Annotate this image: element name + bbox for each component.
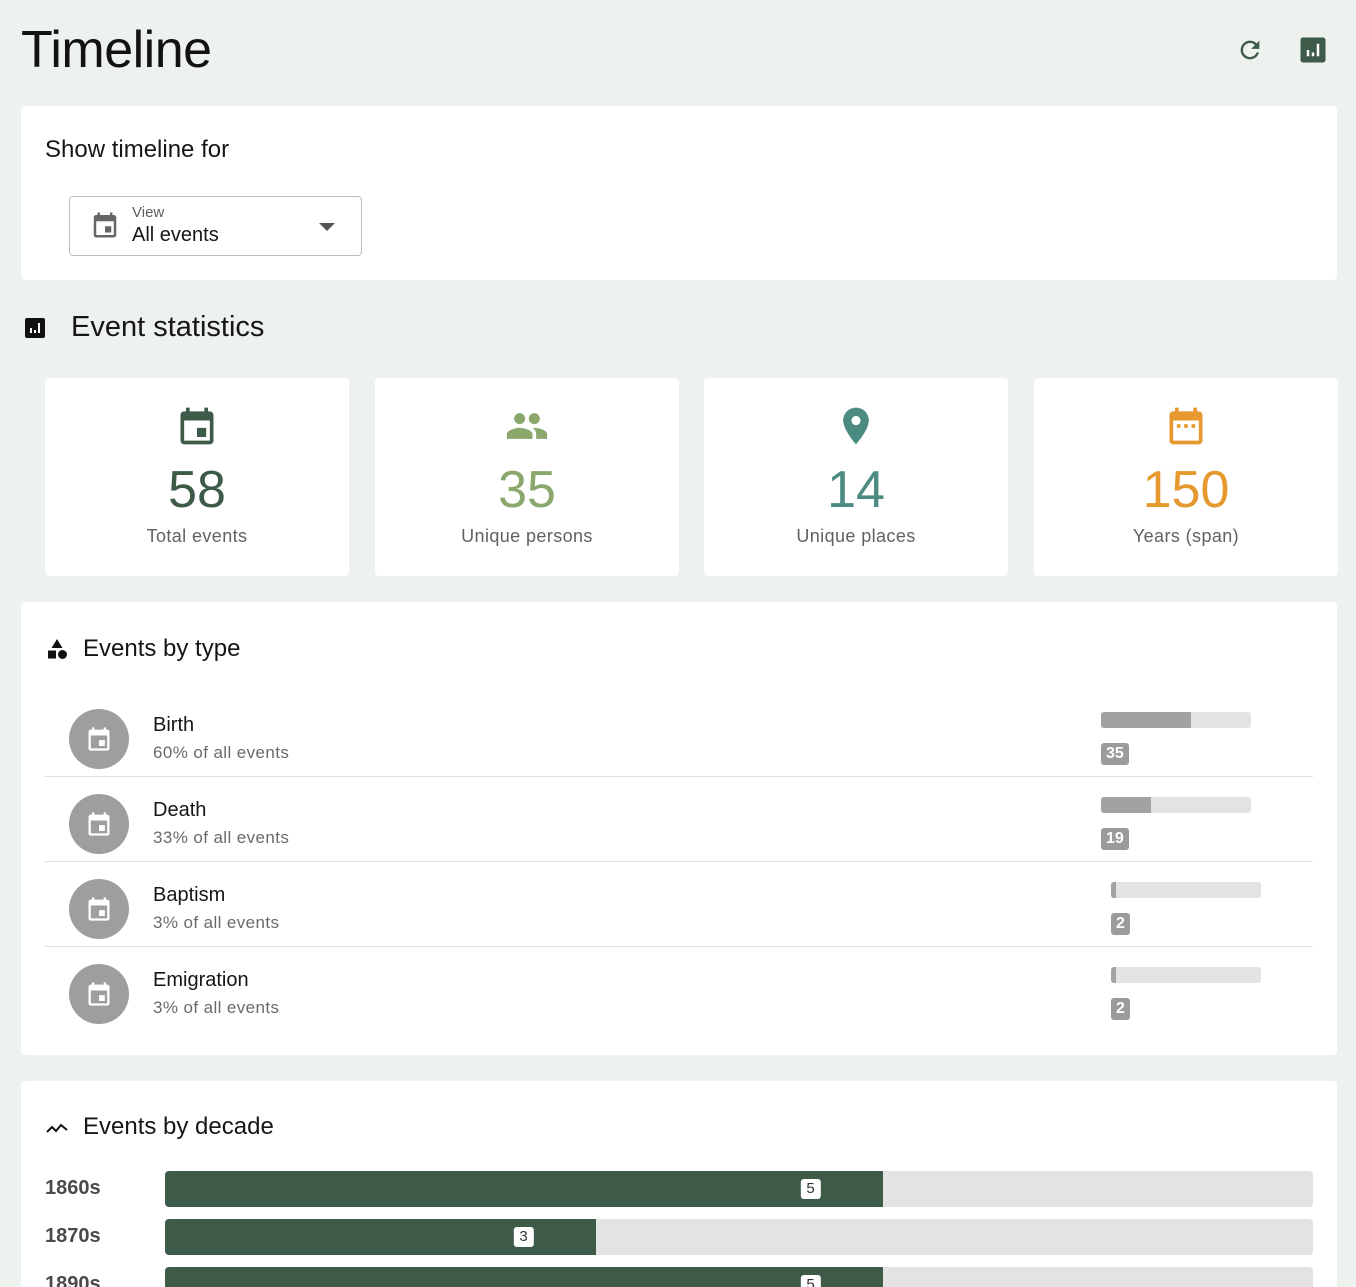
stat-label: Total events: [146, 526, 248, 546]
calendar-icon: [69, 709, 129, 769]
calendar-icon: [69, 794, 129, 854]
count-badge: 2: [1111, 998, 1130, 1020]
page-title: Timeline: [21, 21, 212, 79]
progress-bar: [1101, 712, 1251, 728]
select-value: All events: [132, 224, 219, 246]
stats-section-header: Event statistics: [23, 311, 264, 344]
stat-card-unique-persons: 35 Unique persons: [375, 378, 679, 576]
calendar-month-icon: [1034, 404, 1338, 448]
event-type-name: Birth: [153, 714, 195, 736]
calendar-icon: [90, 210, 120, 245]
progress-bar: [1111, 882, 1261, 898]
event-type-percent: 33% of all events: [153, 828, 290, 847]
calendar-icon: [69, 879, 129, 939]
stat-label: Years (span): [1132, 526, 1240, 546]
stat-label: Unique persons: [461, 526, 593, 546]
stat-value: 14: [827, 461, 885, 519]
place-icon: [704, 404, 1008, 448]
decade-label: 1870s: [45, 1225, 101, 1247]
filter-label: Show timeline for: [45, 136, 230, 163]
trending-icon: [46, 1123, 68, 1133]
view-select[interactable]: View All events: [69, 196, 362, 256]
count-badge: 2: [1111, 913, 1130, 935]
decade-label: 1890s: [45, 1273, 101, 1287]
list-item[interactable]: Death 33% of all events 19: [45, 777, 1313, 862]
count-badge: 35: [1101, 743, 1129, 765]
stat-label: Unique places: [796, 526, 916, 546]
decade-bar: 5: [165, 1171, 1313, 1207]
stat-card-years-span: 150 Years (span): [1034, 378, 1338, 576]
decade-count: 5: [800, 1179, 821, 1199]
chevron-down-icon: [319, 223, 335, 231]
events-by-decade-card: Events by decade 1860s 5 1870s 3 1890s 5: [21, 1081, 1337, 1287]
decade-label: 1860s: [45, 1177, 101, 1199]
decade-bar: 5: [165, 1267, 1313, 1287]
bar-chart-icon: [25, 317, 45, 338]
bar-chart-icon[interactable]: [1297, 34, 1329, 66]
decade-count: 5: [800, 1275, 821, 1287]
decade-row: 1870s 3: [45, 1219, 1313, 1255]
card-header: Events by type: [45, 635, 240, 663]
list-item[interactable]: Baptism 3% of all events 2: [45, 862, 1313, 947]
decade-count: 3: [513, 1227, 534, 1247]
category-icon: [48, 639, 67, 659]
stat-value: 58: [168, 461, 226, 519]
event-type-percent: 3% of all events: [153, 998, 280, 1017]
stat-card-unique-places: 14 Unique places: [704, 378, 1008, 576]
list-item[interactable]: Emigration 3% of all events 2: [45, 947, 1313, 1032]
select-label: View: [132, 204, 165, 221]
event-type-percent: 60% of all events: [153, 743, 290, 762]
list-item[interactable]: Birth 60% of all events 35: [45, 692, 1313, 777]
progress-bar: [1111, 967, 1261, 983]
count-badge: 19: [1101, 828, 1129, 850]
event-type-name: Death: [153, 799, 207, 821]
event-type-name: Baptism: [153, 884, 226, 906]
event-type-name: Emigration: [153, 969, 249, 991]
events-by-type-card: Events by type Birth 60% of all events 3…: [21, 602, 1337, 1055]
stat-card-total-events: 58 Total events: [45, 378, 349, 576]
decade-row: 1890s 5: [45, 1267, 1313, 1287]
decade-bar: 3: [165, 1219, 1313, 1255]
card-title: Events by type: [83, 635, 241, 662]
event-type-percent: 3% of all events: [153, 913, 280, 932]
progress-bar: [1101, 797, 1251, 813]
stat-value: 150: [1142, 461, 1230, 519]
people-icon: [375, 404, 679, 448]
calendar-icon: [45, 404, 349, 448]
decade-row: 1860s 5: [45, 1171, 1313, 1207]
card-header: Events by decade: [45, 1113, 274, 1141]
refresh-icon[interactable]: [1234, 34, 1266, 66]
calendar-icon: [69, 964, 129, 1024]
card-title: Events by decade: [83, 1113, 274, 1140]
section-title: Event statistics: [71, 311, 265, 343]
filter-card: Show timeline for View All events: [21, 106, 1337, 280]
stat-value: 35: [498, 461, 556, 519]
